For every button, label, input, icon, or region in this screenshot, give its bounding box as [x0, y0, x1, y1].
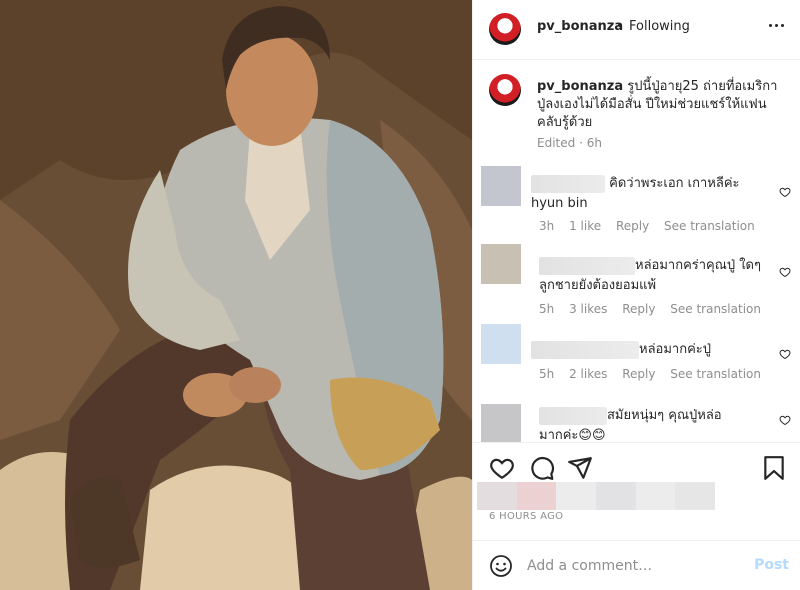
comment-likes[interactable]: 2 likes [569, 367, 607, 381]
comment-likes[interactable]: 3 likes [569, 302, 607, 316]
caption-text-block: pv_bonanza รูปนี้ปู่อายุ25 ถ่ายที่อเมริก… [537, 78, 785, 132]
commenter-username-redacted[interactable] [539, 406, 607, 425]
commenter-avatar[interactable] [481, 404, 521, 442]
commenter-avatar[interactable] [481, 324, 521, 364]
comment-line: หล่อมากคร่าคุณปู่ ใดๆ [635, 258, 761, 273]
comment-see-translation[interactable]: See translation [664, 219, 755, 233]
comment-like-heart-icon[interactable] [779, 266, 791, 278]
post-action-bar: 6 HOURS AGO [473, 442, 800, 532]
commenter-username-redacted[interactable] [531, 174, 605, 193]
vintage-portrait-image [0, 0, 472, 590]
comment-text: สมัยหนุ่มๆ คุณปู่หล่อ มากค่ะ😊😊 [539, 406, 779, 442]
post-timestamp[interactable]: 6 HOURS AGO [489, 511, 563, 522]
commenter-avatar[interactable] [481, 166, 521, 206]
comment-reply-button[interactable]: Reply [622, 302, 655, 316]
author-avatar[interactable] [489, 13, 521, 45]
caption-age: 6h [586, 136, 602, 150]
comment-see-translation[interactable]: See translation [670, 302, 761, 316]
comment-meta: 5h 2 likes Reply See translation [539, 367, 772, 381]
liked-by-redacted[interactable] [477, 482, 716, 510]
add-comment-bar: Post [473, 540, 800, 590]
share-icon[interactable] [567, 455, 593, 481]
more-options-icon[interactable] [765, 14, 787, 36]
comment-meta: 3h 1 like Reply See translation [539, 219, 766, 233]
comment-line: หล่อมากค่ะปู่ [639, 342, 712, 357]
comment-see-translation[interactable]: See translation [670, 367, 761, 381]
comment-line: hyun bin [531, 196, 588, 211]
comment-line: สมัยหนุ่มๆ คุณปู่หล่อ [607, 408, 722, 423]
comment-reply-button[interactable]: Reply [622, 367, 655, 381]
comment-item: หล่อมากคร่าคุณปู่ ใดๆ ลูกชายยังต้องยอมแพ… [473, 244, 800, 324]
comment-item: คิดว่าพระเอก เกาหลีค่ะ hyun bin 3h 1 lik… [473, 166, 800, 246]
comment-age: 3h [539, 219, 555, 233]
emoji-icon[interactable] [489, 554, 513, 578]
commenter-username-redacted[interactable] [539, 256, 635, 275]
comment-line: มากค่ะ😊😊 [539, 428, 606, 442]
comment-item: สมัยหนุ่มๆ คุณปู่หล่อ มากค่ะ😊😊 [473, 404, 800, 442]
bookmark-icon[interactable] [761, 455, 787, 481]
post-header: pv_bonanza • Following [473, 0, 800, 60]
header-separator: • [616, 19, 624, 34]
post-caption: pv_bonanza รูปนี้ปู่อายุ25 ถ่ายที่อเมริก… [473, 60, 800, 160]
comment-like-heart-icon[interactable] [779, 414, 791, 426]
comment-text: คิดว่าพระเอก เกาหลีค่ะ hyun bin [531, 174, 771, 214]
caption-author-username[interactable]: pv_bonanza [537, 79, 623, 94]
comment-icon[interactable] [529, 455, 555, 481]
comment-like-heart-icon[interactable] [779, 186, 791, 198]
comment-meta: 5h 3 likes Reply See translation [539, 302, 772, 316]
comment-line: คิดว่าพระเอก เกาหลีค่ะ [609, 176, 740, 191]
comment-text: หล่อมากคร่าคุณปู่ ใดๆ ลูกชายยังต้องยอมแพ… [539, 256, 779, 296]
post-side-panel: pv_bonanza • Following pv_bonanza รูปนี้… [472, 0, 800, 590]
commenter-avatar[interactable] [481, 244, 521, 284]
comments-list[interactable]: คิดว่าพระเอก เกาหลีค่ะ hyun bin 3h 1 lik… [473, 160, 800, 442]
comment-item: หล่อมากค่ะปู่ 5h 2 likes Reply See trans… [473, 324, 800, 404]
comment-age: 5h [539, 367, 555, 381]
caption-meta-dot: · [579, 136, 583, 150]
caption-author-avatar[interactable] [489, 74, 521, 106]
commenter-username-redacted[interactable] [531, 340, 639, 359]
post-comment-button[interactable]: Post [754, 557, 789, 573]
post-photo[interactable] [0, 0, 472, 590]
comment-reply-button[interactable]: Reply [616, 219, 649, 233]
comment-text: หล่อมากค่ะปู่ [531, 340, 771, 360]
caption-meta: Edited · 6h [537, 136, 602, 150]
comment-line: ลูกชายยังต้องยอมแพ้ [539, 278, 657, 293]
author-username[interactable]: pv_bonanza [537, 19, 623, 34]
heart-icon[interactable] [489, 455, 515, 481]
comment-likes[interactable]: 1 like [569, 219, 601, 233]
caption-edited-label: Edited [537, 136, 576, 150]
add-comment-input[interactable] [527, 555, 747, 577]
comment-like-heart-icon[interactable] [779, 348, 791, 360]
follow-status-button[interactable]: Following [629, 19, 690, 34]
comment-age: 5h [539, 302, 555, 316]
